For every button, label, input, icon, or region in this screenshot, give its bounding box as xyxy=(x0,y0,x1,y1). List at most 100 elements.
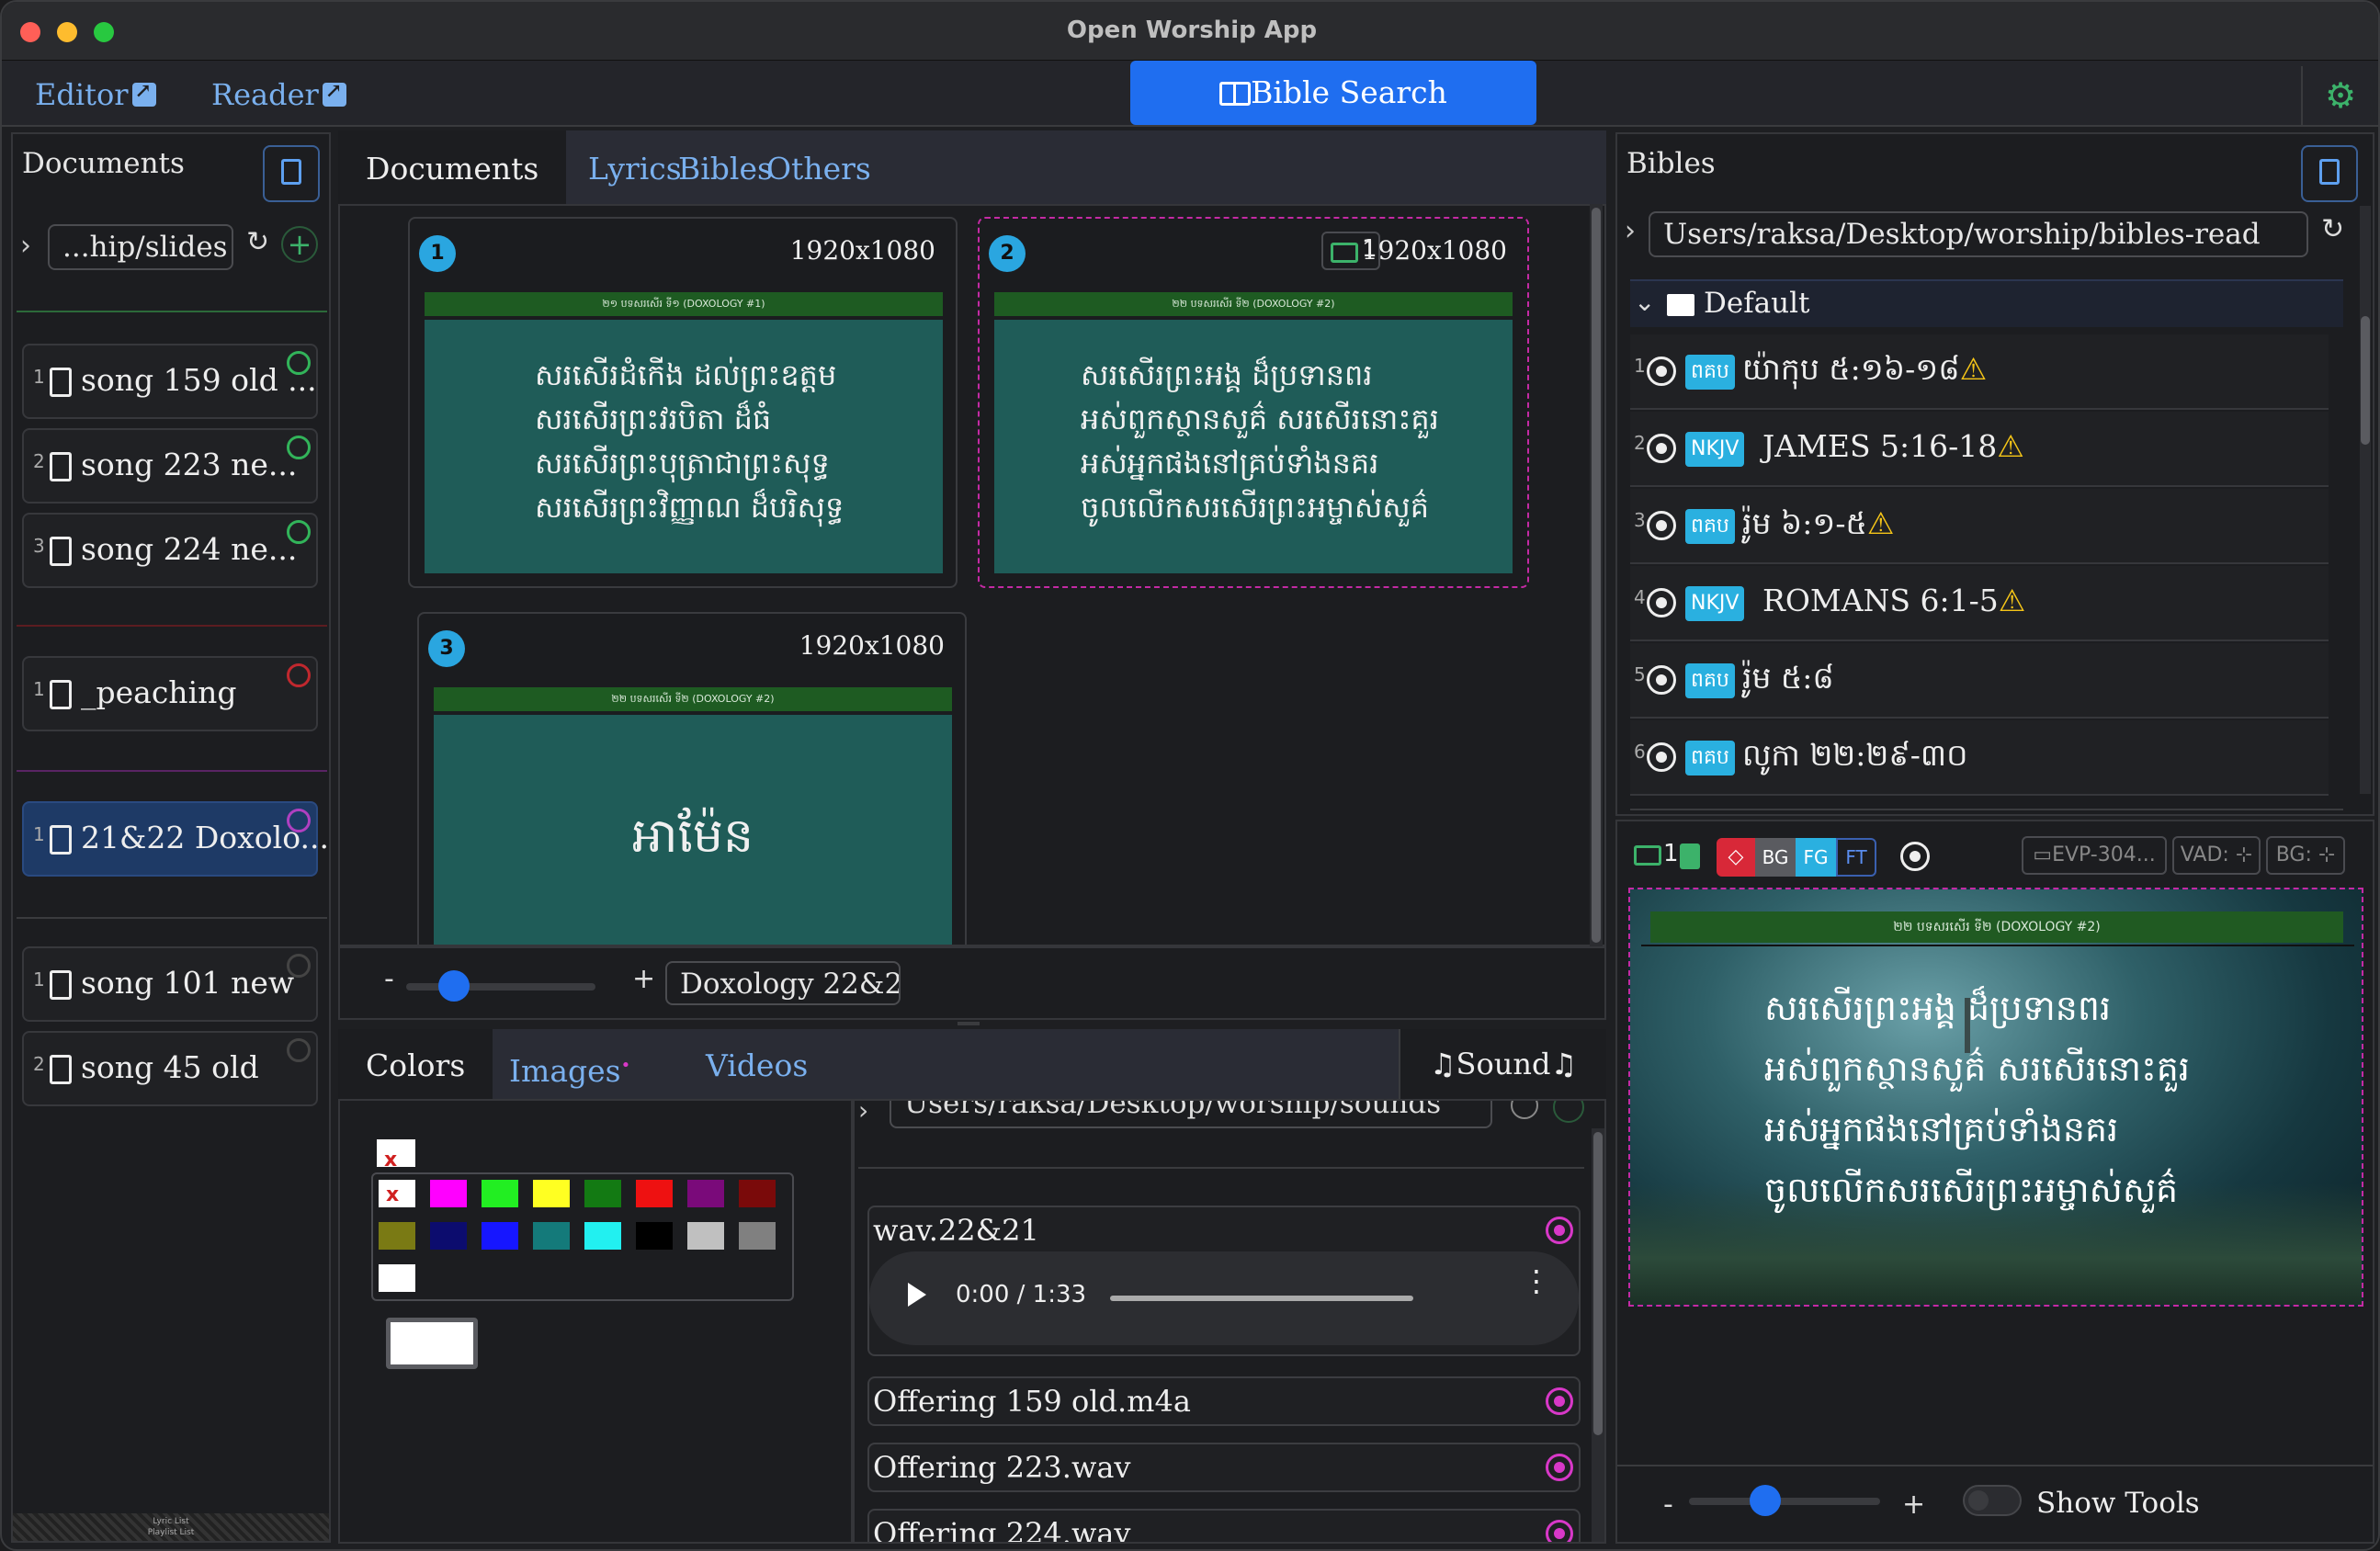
zoom-slider[interactable] xyxy=(406,983,595,991)
status-dot-icon[interactable] xyxy=(287,351,311,375)
tab-videos[interactable]: Videos xyxy=(678,1029,835,1099)
scrollbar-thumb[interactable] xyxy=(1592,208,1601,943)
tab-others[interactable]: Others xyxy=(739,130,899,204)
scrollbar-thumb[interactable] xyxy=(2361,316,2370,445)
refresh-icon[interactable] xyxy=(1511,1101,1538,1119)
list-switcher[interactable]: Lyric List Playlist List xyxy=(13,1513,329,1541)
status-dot-icon[interactable] xyxy=(287,436,311,459)
zoom-slider-knob[interactable] xyxy=(437,970,470,1002)
bible-group-header[interactable]: ⌄ Default xyxy=(1630,279,2343,327)
sound-select-radio[interactable] xyxy=(1546,1387,1573,1415)
sound-select-radio[interactable] xyxy=(1546,1454,1573,1481)
zoom-in-button[interactable]: + xyxy=(632,963,655,995)
tab-images[interactable]: Images• xyxy=(482,1029,658,1099)
status-dot-icon[interactable] xyxy=(287,663,311,687)
custom-color-picker[interactable] xyxy=(386,1318,478,1369)
color-swatch[interactable] xyxy=(482,1222,518,1250)
slide-card-2[interactable]: 2 1 1920x1080 ២២ បទសរសើរ ទី២ (DOXOLOGY #… xyxy=(978,217,1529,588)
bible-select-radio[interactable] xyxy=(1647,588,1676,617)
status-dot-icon[interactable] xyxy=(287,1038,311,1062)
reader-link[interactable]: Reader xyxy=(211,77,346,112)
sounds-path-field[interactable]: Users/raksa/Desktop/worship/sounds xyxy=(890,1101,1492,1128)
color-swatch[interactable] xyxy=(379,1264,415,1292)
sounds-scrollbar[interactable] xyxy=(1592,1128,1604,1542)
preview-zoom-slider[interactable] xyxy=(1689,1498,1880,1505)
clear-background-button[interactable]: BG xyxy=(1755,838,1796,877)
playlist-list-label[interactable]: Playlist List xyxy=(13,1527,329,1538)
bible-search-button[interactable]: Bible Search xyxy=(1130,61,1536,125)
preview-zoom-in-button[interactable]: + xyxy=(1902,1489,1925,1521)
documents-path-field[interactable]: ...hip/slides xyxy=(48,224,233,270)
color-swatch[interactable] xyxy=(687,1180,724,1207)
resize-handle[interactable] xyxy=(958,1022,980,1025)
bible-select-radio[interactable] xyxy=(1647,511,1676,540)
selected-color-swatch[interactable]: x xyxy=(377,1139,415,1172)
bibles-path-field[interactable]: Users/raksa/Desktop/worship/bibles-read xyxy=(1649,211,2308,257)
expand-chevron-icon[interactable]: › xyxy=(20,230,31,262)
refresh-icon[interactable]: ↻ xyxy=(246,226,269,258)
color-swatch[interactable]: x xyxy=(379,1180,415,1207)
bg-mode-button[interactable]: BG: ⊹ xyxy=(2266,836,2345,875)
bible-select-radio[interactable] xyxy=(1647,742,1676,772)
color-swatch[interactable] xyxy=(379,1222,415,1250)
bible-item[interactable]: 2 NKJV JAMES 5:16-18⚠ xyxy=(1630,412,2329,487)
sound-select-radio[interactable] xyxy=(1546,1520,1573,1542)
audio-progress-bar[interactable] xyxy=(1110,1296,1413,1301)
add-icon[interactable] xyxy=(1553,1101,1584,1123)
more-options-icon[interactable]: ⋮ xyxy=(1522,1266,1551,1296)
bible-item[interactable]: 1 ពគប យ៉ាកុប ៥:១៦-១៨⚠ xyxy=(1630,334,2329,410)
clear-all-button[interactable]: ◇ xyxy=(1717,838,1755,877)
slides-scrollbar[interactable] xyxy=(1590,204,1603,946)
new-document-button[interactable] xyxy=(263,145,320,202)
show-tools-toggle[interactable] xyxy=(1963,1485,2022,1516)
sound-item[interactable]: Offering 224.wav xyxy=(867,1509,1581,1542)
refresh-icon[interactable]: ↻ xyxy=(2321,213,2344,245)
live-radio[interactable] xyxy=(1900,842,1930,871)
color-swatch[interactable] xyxy=(430,1180,467,1207)
slide-card-1[interactable]: 1 1920x1080 ២១ បទសរសើរ ទី១ (DOXOLOGY #1)… xyxy=(408,217,958,588)
clear-fulltext-button[interactable]: FT xyxy=(1836,838,1876,877)
clear-foreground-button[interactable]: FG xyxy=(1796,838,1836,877)
bible-item[interactable]: 5 ពគប រ៉ូម ៥:៨ xyxy=(1630,643,2329,719)
document-item[interactable]: 1 _peaching xyxy=(22,656,318,731)
color-swatch[interactable] xyxy=(482,1180,518,1207)
color-swatch[interactable] xyxy=(636,1222,673,1250)
document-item[interactable]: 1 21&22 Doxolo... xyxy=(22,801,329,877)
tab-colors[interactable]: Colors xyxy=(338,1029,493,1099)
sound-select-radio[interactable] xyxy=(1546,1217,1573,1244)
color-swatch[interactable] xyxy=(687,1222,724,1250)
color-swatch[interactable] xyxy=(533,1222,570,1250)
bible-item[interactable]: 6 ពគប លូកា ២២:២៩-៣០ xyxy=(1630,720,2329,796)
scrollbar-thumb[interactable] xyxy=(1593,1132,1603,1435)
document-item[interactable]: 2 song 223 ne... xyxy=(22,428,318,504)
document-item[interactable]: 2 song 45 old xyxy=(22,1031,318,1106)
new-bible-item-button[interactable] xyxy=(2301,145,2358,202)
sound-item[interactable]: Offering 223.wav xyxy=(867,1443,1581,1492)
tab-sound[interactable]: ♫Sound♫ xyxy=(1399,1029,1606,1099)
preview-zoom-knob[interactable] xyxy=(1750,1485,1782,1516)
play-icon[interactable] xyxy=(908,1283,926,1307)
bible-select-radio[interactable] xyxy=(1647,665,1676,695)
add-icon[interactable]: + xyxy=(281,226,318,263)
expand-chevron-icon[interactable]: › xyxy=(1625,215,1636,247)
display-selector[interactable]: ▭EVP-304... xyxy=(2022,836,2167,875)
color-swatch[interactable] xyxy=(739,1180,776,1207)
bible-item[interactable]: 4 NKJV ROMANS 6:1-5⚠ xyxy=(1630,566,2329,641)
settings-button[interactable]: ⚙ xyxy=(2301,66,2378,125)
color-swatch[interactable] xyxy=(636,1180,673,1207)
status-dot-icon[interactable] xyxy=(287,520,311,544)
live-preview-screen[interactable]: ២២ បទសរសើរ ទី២ (DOXOLOGY #2) សរសើរព្រះអង… xyxy=(1628,888,2363,1307)
slide-card-3[interactable]: 3 1920x1080 ២២ បទសរសើរ ទី២ (DOXOLOGY #2)… xyxy=(417,612,967,945)
document-item[interactable]: 3 song 224 ne... xyxy=(22,513,318,588)
color-swatch[interactable] xyxy=(533,1180,570,1207)
preview-zoom-out-button[interactable]: - xyxy=(1663,1489,1673,1521)
expand-chevron-icon[interactable]: › xyxy=(858,1101,868,1126)
document-item[interactable]: 1 song 101 new xyxy=(22,946,318,1022)
document-name-field[interactable]: Doxology 22&21 xyxy=(665,961,901,1005)
lock-icon[interactable] xyxy=(1680,843,1700,869)
bible-item[interactable]: 3 ពគប រ៉ូម ៦:១-៥⚠ xyxy=(1630,489,2329,564)
bible-select-radio[interactable] xyxy=(1647,357,1676,386)
tab-documents[interactable]: Documents xyxy=(338,130,567,204)
zoom-out-button[interactable]: - xyxy=(384,963,394,995)
vad-button[interactable]: VAD: ⊹ xyxy=(2172,836,2261,875)
